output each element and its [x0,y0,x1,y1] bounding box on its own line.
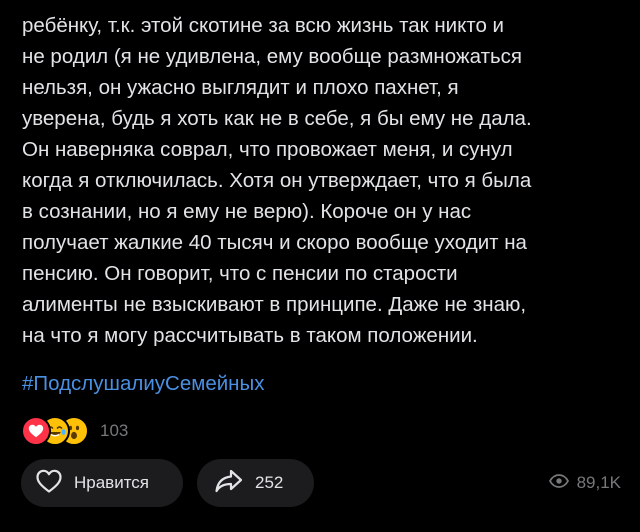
post-actions: Нравится 252 89,1K [21,459,621,507]
reactions-count: 103 [100,421,129,440]
post-text-line: на что я могу рассчитывать в таком полож… [22,324,478,347]
post-text-line: Он наверняка соврал, что провожает меня,… [22,138,513,161]
share-button[interactable]: 252 [197,459,314,507]
like-button[interactable]: Нравится [21,459,183,507]
share-arrow-icon [214,468,244,499]
hashtag-link[interactable]: #ПодслушалиуСемейных [22,368,264,399]
post-text-line: нельзя, он ужасно выглядит и плохо пахне… [22,76,459,99]
post-text-line: пенсию. Он говорит, что с пенсии по стар… [22,262,458,285]
share-count: 252 [255,473,284,492]
reactions-summary[interactable]: 103 [21,416,129,446]
like-label: Нравится [74,473,150,492]
post-text-line: уверена, будь я хоть как не в себе, я бы… [22,107,532,130]
post-card: ребёнку, т.к. этой скотине за всю жизнь … [0,0,640,532]
post-text-line: когда я отключилась. Хотя он утверждает,… [22,169,532,192]
post-text-line: ребёнку, т.к. этой скотине за всю жизнь … [22,14,505,37]
post-text-line: получает жалкие 40 тысяч и скоро вообще … [22,231,527,254]
post-text-line: не родил (я не удивлена, ему вообще разм… [22,45,523,68]
post-text-line: алименты не взыскивают в принципе. Даже … [22,293,527,316]
eye-icon [548,473,569,493]
heart-reaction-icon [21,416,51,446]
post-text: ребёнку, т.к. этой скотине за всю жизнь … [22,10,622,351]
heart-outline-icon [35,468,63,499]
views-count: 89,1K [576,473,621,492]
views-counter: 89,1K [548,459,621,507]
post-text-line: в сознании, но я ему не верю). Короче он… [22,200,472,223]
